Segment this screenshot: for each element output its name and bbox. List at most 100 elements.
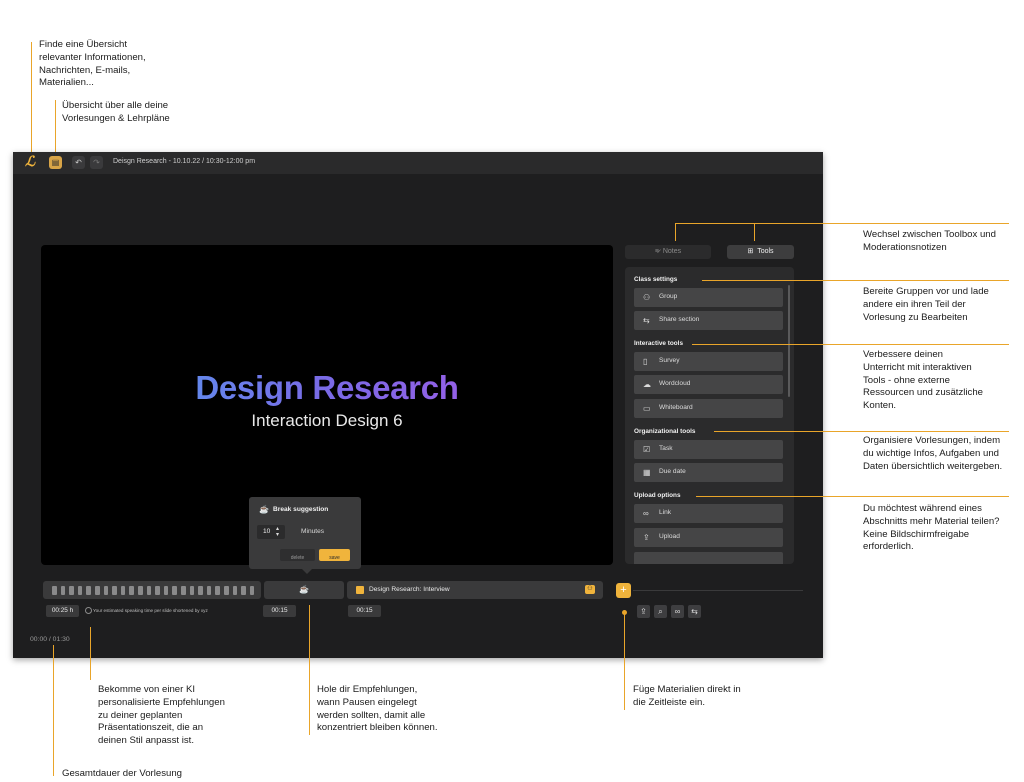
calendar-button[interactable]: ▤ [49,156,62,169]
segment-icon [356,586,364,594]
slide-timeline[interactable] [43,581,261,599]
search-tool-button[interactable]: ⌕ [654,605,667,618]
slide-cell[interactable] [120,586,126,595]
due-date-button[interactable]: ▦ Due date [634,463,783,482]
task-button[interactable]: ☑ Task [634,440,783,459]
calendar-icon: ▤ [51,158,60,167]
slide-cell[interactable] [241,586,246,595]
slide-subtitle: Interaction Design 6 [251,411,403,430]
info-icon [85,607,92,614]
estimate-note: Your estimated speaking time per slide s… [93,608,208,613]
slide-cell[interactable] [215,586,220,595]
annotation-duration: Gesamtdauer der Vorlesung [62,768,182,779]
whiteboard-button[interactable]: ▭ Whiteboard [634,399,783,418]
popup-arrow [301,568,313,574]
save-label: save [329,555,340,561]
upload-tool-button[interactable]: ⇪ [637,605,650,618]
slide-title: Design Research [41,369,613,407]
timeline-track-line [633,590,803,591]
slide-cell[interactable] [155,586,160,595]
segment-time-badge: 00:15 [348,605,381,617]
slide-cell[interactable] [206,586,212,595]
search-icon: ⌕ [658,607,663,616]
wordcloud-button[interactable]: ☁ Wordcloud [634,375,783,394]
slide-cell[interactable] [103,586,109,595]
slide-cell[interactable] [77,586,83,595]
tools-icon: ⊞ [747,248,754,255]
annotation-line-toggle-left [675,223,676,241]
upload-icon: ⇪ [643,533,650,542]
segment-block[interactable]: Design Research: Interview ⚇ [347,581,603,599]
segment-action-icon[interactable]: ⚇ [585,585,595,594]
annotation-interactive: Verbessere deinen Unterricht mit interak… [863,349,983,412]
share-tool-button[interactable]: ⇆ [688,605,701,618]
tab-tools[interactable]: ⊞ Tools [727,245,794,259]
top-bar: ℒ ▤ ↶ ↷ Deisgn Research - 10.10.22 / 10:… [13,152,823,174]
link-tool-button[interactable]: ∞ [671,605,684,618]
plus-icon: + [620,584,627,596]
segment-label: Design Research: Interview [369,586,450,593]
annotation-breaks: Hole dir Empfehlungen, wann Pausen einge… [317,684,438,734]
panel-scrollbar[interactable] [788,285,790,397]
total-duration: 00:00 / 01:30 [30,636,70,643]
upload-button[interactable]: ⇪ Upload [634,528,783,547]
slide-cell[interactable] [232,586,238,595]
upload-icon: ⇪ [640,607,647,616]
calendar-icon: ▦ [643,468,651,477]
whiteboard-label: Whiteboard [659,404,693,411]
group-button[interactable]: ⚇ Group [634,288,783,307]
annotation-line-interactive [692,344,1009,345]
slide-cell[interactable] [112,586,117,595]
slide-cell[interactable] [52,586,57,595]
slide-cell[interactable] [86,586,91,595]
annotation-organize: Organisiere Vorlesungen, indem du wichti… [863,435,1003,472]
slide-cell[interactable] [249,586,255,595]
slide-cell[interactable] [60,586,66,595]
redo-button[interactable]: ↷ [90,156,103,169]
undo-button[interactable]: ↶ [72,156,85,169]
survey-button[interactable]: ▯ Survey [634,352,783,371]
due-date-label: Due date [659,468,686,475]
share-section-label: Share section [659,316,700,323]
slide-cell[interactable] [163,586,169,595]
minutes-stepper[interactable]: 10 ▴ ▾ [257,525,285,539]
slide-cell[interactable] [95,586,100,595]
break-time-badge: 00:15 [263,605,296,617]
minutes-value: 10 [263,528,271,535]
break-block[interactable]: ☕ [264,581,344,599]
annotation-lectures: Übersicht über alle deine Vorlesungen & … [62,100,170,124]
slide-cell[interactable] [146,586,152,595]
wordcloud-label: Wordcloud [659,380,691,387]
more-button-partial[interactable] [634,552,783,564]
logo-icon[interactable]: ℒ [25,154,35,170]
slide-cell[interactable] [138,586,143,595]
share-section-button[interactable]: ⇆ Share section [634,311,783,330]
whiteboard-icon: ▭ [643,404,651,413]
break-suggestion-popup: ☕ Break suggestion 10 ▴ ▾ Minutes delete … [249,497,361,569]
slide-cell[interactable] [189,586,195,595]
slide-cell[interactable] [181,586,186,595]
task-label: Task [659,445,673,452]
section-organizational-tools: Organizational tools [634,428,696,435]
section-class-settings: Class settings [634,276,678,283]
slide-cell[interactable] [172,586,177,595]
add-material-button[interactable]: + [616,583,631,598]
tools-panel: Class settings ⚇ Group ⇆ Share section I… [625,267,794,564]
link-button[interactable]: ∞ Link [634,504,783,523]
cloud-icon: ☁ [643,380,651,389]
slide-cell[interactable] [129,586,134,595]
save-button[interactable]: save [319,549,350,561]
tab-notes-label: Notes [662,248,682,255]
redo-icon: ↷ [93,158,100,167]
section-interactive-tools: Interactive tools [634,340,684,347]
tab-tools-label: Tools [757,248,774,255]
slide-cell[interactable] [69,586,74,595]
delete-label: delete [290,555,305,561]
annotation-ai: Bekomme von einer KI personalisierte Emp… [98,684,225,747]
estimate-badge: 00:25 h [46,605,79,617]
slide-cell[interactable] [198,586,203,595]
delete-button[interactable]: delete [280,549,315,561]
slide-cell[interactable] [224,586,229,595]
stepper-arrows-icon[interactable]: ▴ ▾ [276,526,279,538]
tab-notes[interactable]: ≡̷ Notes [625,245,711,259]
